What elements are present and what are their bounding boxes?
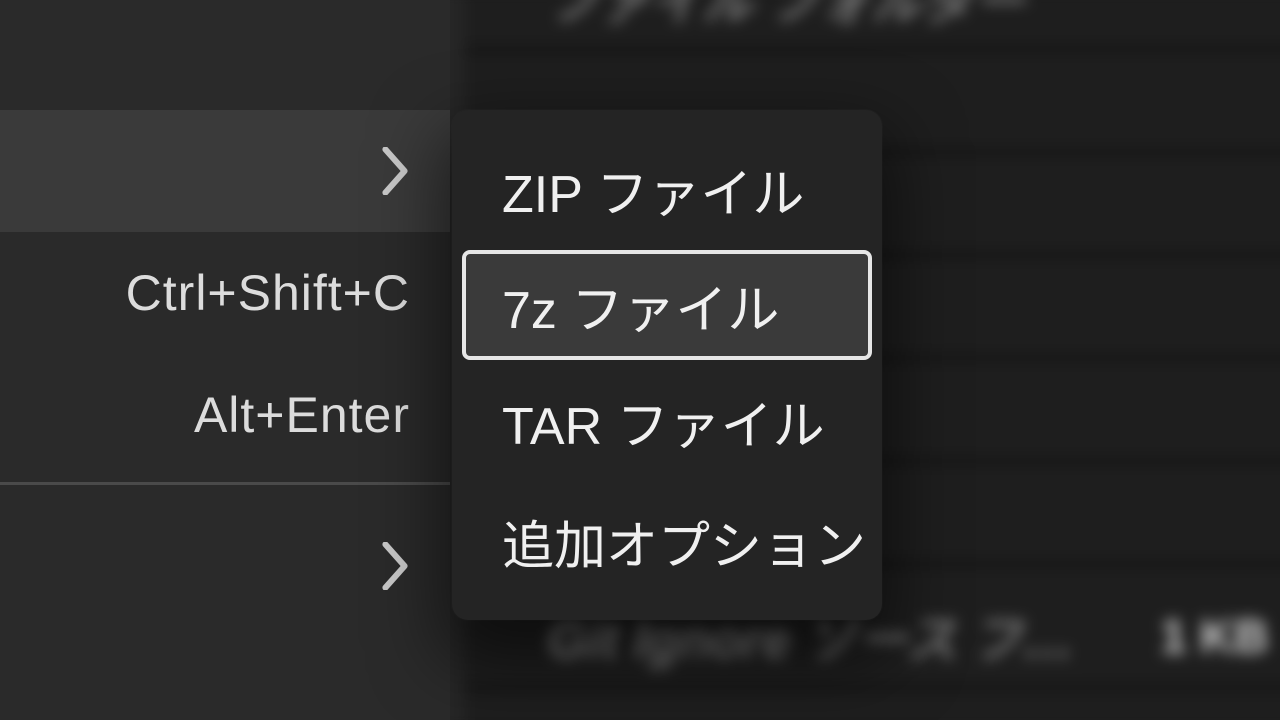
chevron-right-icon [380, 147, 410, 195]
submenu-item-label: ZIP ファイル [502, 152, 804, 227]
submenu-item-tar[interactable]: TAR ファイル [462, 362, 872, 480]
submenu-item-more-options[interactable]: 追加オプション [462, 482, 872, 600]
submenu-item-7z[interactable]: 7z ファイル [462, 250, 872, 360]
submenu-item-label: 追加オプション [502, 504, 866, 579]
bg-row-size: 1 KB [1160, 608, 1268, 664]
context-menu-item[interactable] [0, 641, 450, 720]
bg-row-label: ファイル フォルダー [547, 0, 1025, 35]
context-menu: Ctrl+Shift+C Alt+Enter [0, 0, 450, 720]
submenu-item-label: 7z ファイル [502, 268, 779, 343]
menu-shortcut: Ctrl+Shift+C [126, 264, 410, 322]
context-menu-item[interactable]: Alt+Enter [0, 354, 450, 476]
context-menu-item[interactable]: Ctrl+Shift+C [0, 232, 450, 354]
chevron-right-icon [380, 542, 410, 590]
menu-separator [0, 482, 450, 485]
menu-shortcut: Alt+Enter [194, 386, 410, 444]
submenu-item-label: TAR ファイル [502, 384, 825, 459]
context-menu-item-compress[interactable] [0, 110, 450, 232]
context-menu-item[interactable] [0, 0, 450, 110]
context-menu-item[interactable] [0, 491, 450, 641]
submenu-item-zip[interactable]: ZIP ファイル [462, 130, 872, 248]
compress-submenu: ZIP ファイル 7z ファイル TAR ファイル 追加オプション [452, 110, 882, 620]
